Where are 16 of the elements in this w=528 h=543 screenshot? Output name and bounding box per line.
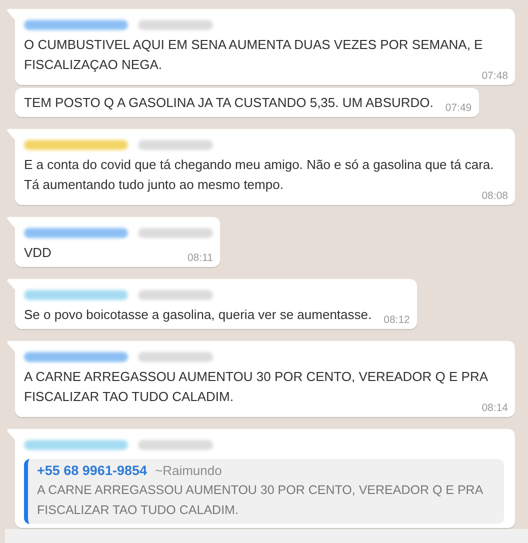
message-time: 08:11 [188,252,213,264]
quoted-message[interactable]: +55 68 9961-9854 ~Raimundo A CARNE ARREGASSOU AUMENTOU 30 POR CENTO, VEREADOR Q E PRA FISCALIZAR TAO TUDO CALADIM. [24,459,504,524]
quoted-text: A CARNE ARREGASSOU AUMENTOU 30 POR CENTO, VEREADOR Q E PRA FISCALIZAR TAO TUDO CALADIM. [37,482,484,519]
message-text: O CUMBUSTIVEL AQUI EM SENA AUMENTA DUAS VEZES POR SEMANA, E FISCALIZAÇAO NEGA. [24,36,483,72]
message-text: Se o povo boicotasse a gasolina, queria ver se aumentasse. [24,306,372,324]
message-time: 08:08 [482,190,508,202]
quoted-sender-phone: +55 68 9961-9854 [37,463,147,478]
message-time: 07:49 [445,102,472,114]
quoted-sender-name: ~Raimundo [154,463,222,478]
message-time: 07:48 [482,70,508,82]
message-time: 08:12 [384,314,410,326]
message-text: A CARNE ARREGASSOU AUMENTOU 30 POR CENTO, VEREADOR Q E PRA FISCALIZAR TAO TUDO CALADIM. [24,368,488,404]
message-text: E a conta do covid que tá chegando meu amigo. Não e só a gasolina que tá cara. Tá aumentando tudo junto ao mesmo tempo. [24,156,494,192]
message-text: VDD [24,244,52,262]
message-text: TEM POSTO Q A GASOLINA JA TA CUSTANDO 5,35. UM ABSURDO. [24,94,434,112]
message-time: 08:14 [482,402,508,414]
